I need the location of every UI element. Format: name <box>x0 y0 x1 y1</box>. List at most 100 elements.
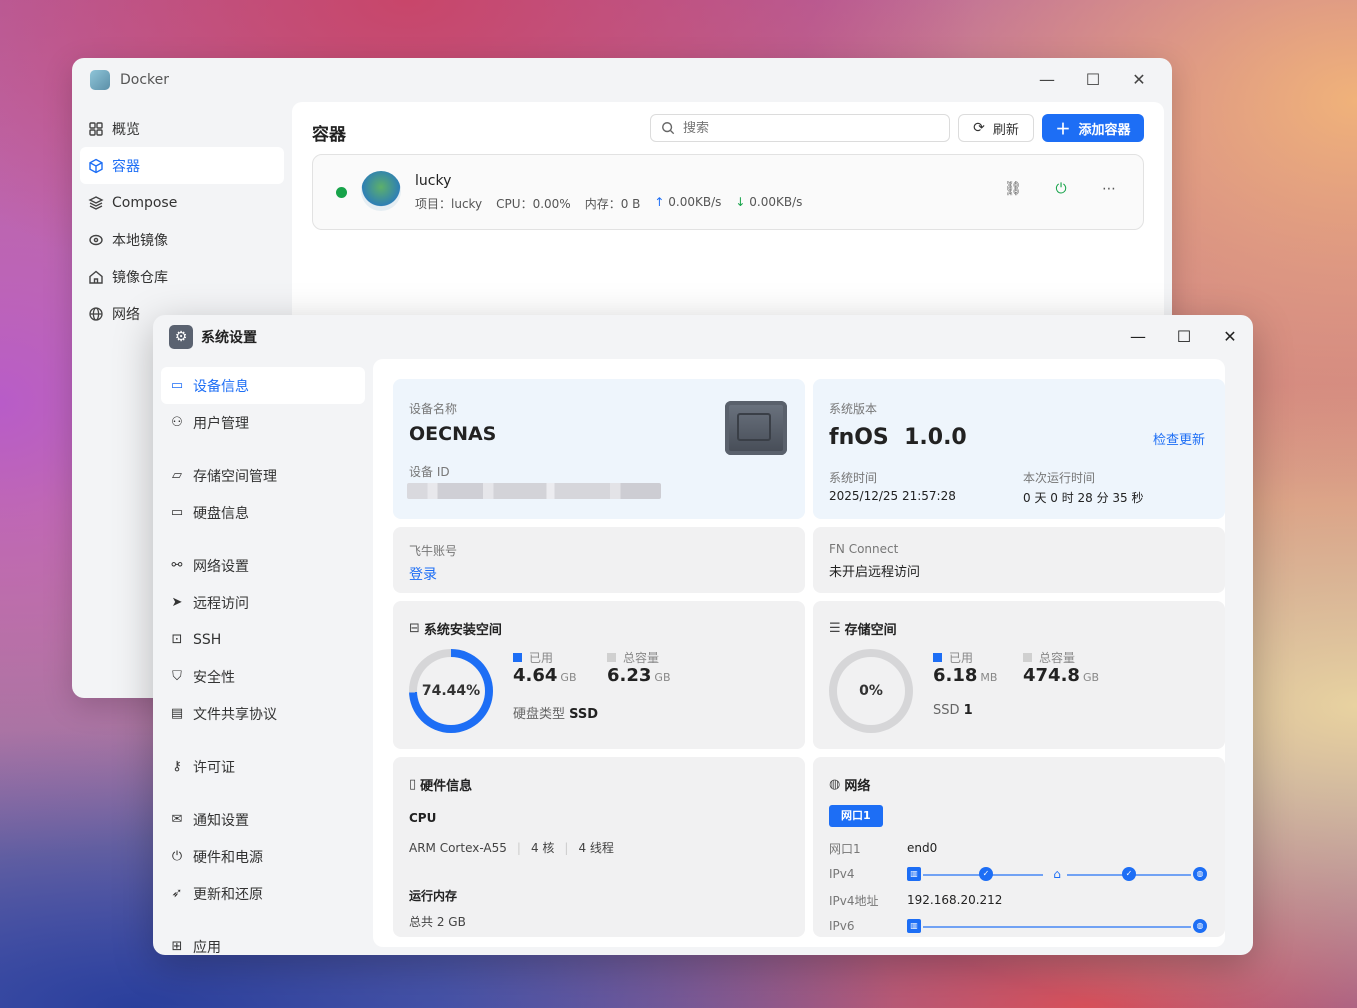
nav-label: 通知设置 <box>193 812 249 829</box>
nav-security[interactable]: ⛉ 安全性 <box>161 658 365 695</box>
status-dot-icon <box>336 187 347 198</box>
docker-nav-containers[interactable]: 容器 <box>80 147 284 184</box>
nav-remote-access[interactable]: ➤ 远程访问 <box>161 584 365 621</box>
container-project: 项目：lucky <box>415 197 483 211</box>
docker-nav-label: 本地镜像 <box>112 232 168 249</box>
system-time: 2025/12/25 21:57:28 <box>829 489 956 503</box>
disk-type: 硬盘类型 SSD <box>513 703 598 722</box>
nav-notifications[interactable]: ✉ 通知设置 <box>161 801 365 838</box>
storage-icon: ☰ <box>829 621 841 636</box>
storage-total-value: 474.8 <box>1023 665 1080 686</box>
ipv4-address: 192.168.20.212 <box>907 893 1003 907</box>
docker-sidebar: 概览 容器 Compose 本地镜像 镜像仓库 网络 <box>80 110 284 332</box>
nav-label: 硬件和电源 <box>193 849 263 866</box>
docker-nav-registry[interactable]: 镜像仓库 <box>80 258 284 295</box>
cpu-details: ARM Cortex-A55 | 4 核 | 4 线程 <box>409 840 614 856</box>
maximize-icon[interactable]: ☐ <box>1161 325 1207 349</box>
storage-used: 6.18 MB <box>933 665 997 686</box>
disk-icon: ▭ <box>170 505 184 520</box>
storage-card: ☰ 存储空间 0% 已用 总容量 6.18 MB 474.8 GB SSD 1 <box>813 601 1225 749</box>
nav-license[interactable]: ⚷ 许可证 <box>161 748 365 785</box>
nav-device-info[interactable]: ▭ 设备信息 <box>161 367 365 404</box>
maximize-icon[interactable]: ☐ <box>1070 68 1116 92</box>
port-tab[interactable]: 网口1 <box>829 805 883 827</box>
nas-node-icon: ▥ <box>907 919 921 933</box>
nav-hardware-power[interactable]: ⏻ 硬件和电源 <box>161 838 365 875</box>
disc-icon <box>89 234 103 245</box>
check-update-link[interactable]: 检查更新 <box>1153 429 1205 448</box>
nas-node-icon: ▥ <box>907 867 921 881</box>
port-label: 网口1 <box>829 841 861 856</box>
minimize-icon[interactable]: — <box>1024 68 1070 92</box>
container-actions: ⛓ ⏻ ⋯ <box>1003 181 1119 197</box>
mail-icon: ✉ <box>171 812 183 827</box>
system-version-card: 系统版本 fnOS 1.0.0 检查更新 系统时间 2025/12/25 21:… <box>813 379 1225 519</box>
system-space-title-text: 系统安装空间 <box>423 623 502 638</box>
container-card[interactable]: lucky 项目：lucky CPU：0.00% 内存：0 B ↑ 0.00KB… <box>312 154 1144 230</box>
nav-label: 安全性 <box>193 669 235 686</box>
system-total-unit: GB <box>654 671 671 684</box>
nav-ssh[interactable]: ⊡ SSH <box>161 621 365 658</box>
search-input[interactable] <box>683 120 923 136</box>
nav-disk-info[interactable]: ▭ 硬盘信息 <box>161 494 365 531</box>
close-icon[interactable]: ✕ <box>1207 325 1253 349</box>
nav-user-management[interactable]: ⚇ 用户管理 <box>161 404 365 441</box>
refresh-button[interactable]: ⟳ 刷新 <box>958 114 1034 142</box>
account-label: 飞牛账号 <box>409 544 458 558</box>
nav-apps[interactable]: ⊞ 应用 <box>161 928 365 955</box>
storage-used-value: 6.18 <box>933 665 978 686</box>
docker-nav-overview[interactable]: 概览 <box>80 110 284 147</box>
nav-network-settings[interactable]: ⚯ 网络设置 <box>161 547 365 584</box>
container-name: lucky <box>415 173 452 189</box>
nav-update-restore[interactable]: ➶ 更新和还原 <box>161 875 365 912</box>
check-node-icon: ✓ <box>979 867 993 881</box>
docker-window-controls: — ☐ ✕ <box>1024 68 1162 92</box>
apps-icon: ⊞ <box>171 939 183 954</box>
rocket-icon: ➶ <box>171 886 183 901</box>
nav-storage-management[interactable]: ▱ 存储空间管理 <box>161 457 365 494</box>
docker-nav-local-images[interactable]: 本地镜像 <box>80 221 284 258</box>
settings-window-controls: — ☐ ✕ <box>1115 325 1253 349</box>
used-swatch <box>513 653 522 662</box>
hardware-title-text: 硬件信息 <box>420 779 473 794</box>
system-space-card: ⊟ 系统安装空间 74.44% 已用 总容量 4.64 GB 6.23 GB 硬盘类型… <box>393 601 805 749</box>
port-value: end0 <box>907 841 938 855</box>
uptime: 0 天 0 时 28 分 35 秒 <box>1023 491 1144 505</box>
ssd-count: SSD 1 <box>933 703 973 718</box>
container-app-icon <box>361 171 401 211</box>
nav-label: SSH <box>193 631 222 648</box>
version-label: 系统版本 <box>829 402 878 416</box>
nav-label: 更新和还原 <box>193 886 263 903</box>
nav-file-sharing[interactable]: ▤ 文件共享协议 <box>161 695 365 732</box>
docker-nav-compose[interactable]: Compose <box>80 184 284 221</box>
memory-total: 总共 2 GB <box>409 915 466 929</box>
system-time-label: 系统时间 <box>829 471 878 485</box>
cpu-threads: 4 线程 <box>578 841 614 855</box>
more-icon[interactable]: ⋯ <box>1099 181 1119 197</box>
ssd-label: SSD <box>933 703 960 718</box>
storage-title-text: 存储空间 <box>844 623 897 638</box>
used-legend: 已用 <box>933 649 973 666</box>
power-icon: ⏻ <box>171 849 183 864</box>
link-icon[interactable]: ⛓ <box>1003 181 1023 197</box>
minimize-icon[interactable]: — <box>1115 325 1161 349</box>
close-icon[interactable]: ✕ <box>1116 68 1162 92</box>
nav-label: 存储空间管理 <box>193 468 277 485</box>
fn-connect-status: 未开启远程访问 <box>829 565 921 580</box>
add-container-button[interactable]: ＋ 添加容器 <box>1042 114 1144 142</box>
login-link[interactable]: 登录 <box>409 564 437 584</box>
network-title: ◍ 网络 <box>829 775 870 794</box>
nav-label: 网络设置 <box>193 558 249 575</box>
ipv4-address-label: IPv4地址 <box>829 893 879 908</box>
used-legend: 已用 <box>513 649 553 666</box>
total-legend-label: 总容量 <box>1039 651 1076 665</box>
plus-icon: ＋ <box>1055 119 1071 138</box>
search-box[interactable] <box>650 114 950 142</box>
total-legend: 总容量 <box>607 649 659 666</box>
system-total: 6.23 GB <box>607 665 671 686</box>
gear-icon: ⚙ <box>169 325 193 349</box>
router-node-icon: ⌂ <box>1053 867 1061 881</box>
power-icon[interactable]: ⏻ <box>1051 181 1071 197</box>
chip-icon: ▯ <box>409 777 417 792</box>
container-download: ↓ 0.00KB/s <box>735 195 802 212</box>
